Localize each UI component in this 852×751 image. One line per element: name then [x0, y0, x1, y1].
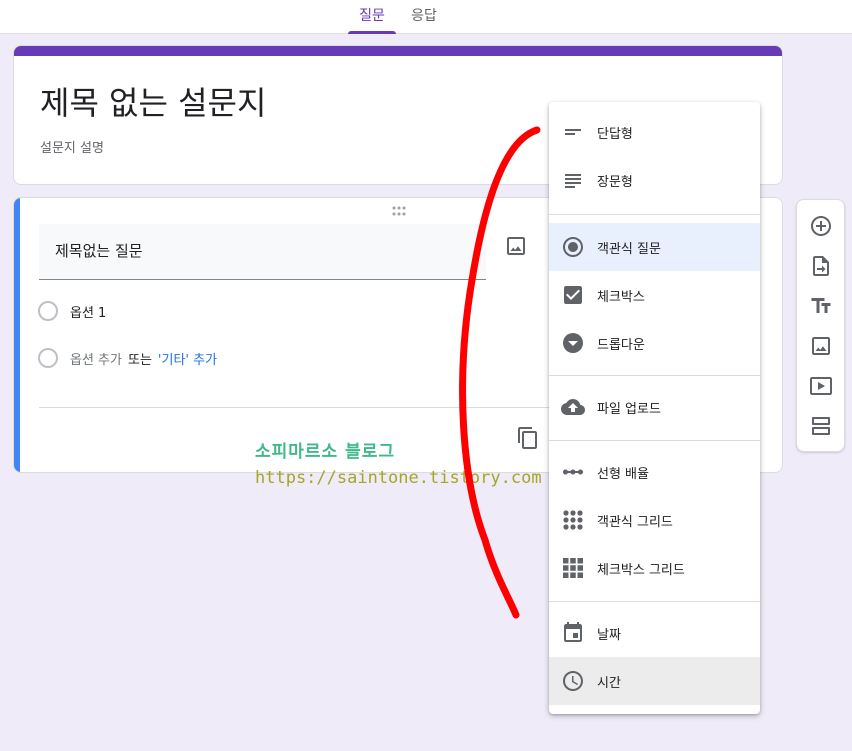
menu-item-multiple-choice-grid[interactable]: 객관식 그리드: [549, 496, 760, 544]
radio-grid-icon: [563, 510, 583, 530]
question-title-text: 제목없는 질문: [55, 242, 143, 260]
menu-item-label: 날짜: [597, 627, 621, 643]
menu-item-file-upload[interactable]: 파일 업로드: [549, 383, 760, 431]
add-option-row[interactable]: 옵션 추가 또는 '기타' 추가: [38, 346, 217, 370]
add-option-link[interactable]: 옵션 추가: [70, 349, 122, 368]
menu-item-label: 선형 배율: [597, 466, 649, 482]
option-label[interactable]: 옵션 1: [70, 302, 106, 321]
menu-item-short-answer[interactable]: 단답형: [549, 108, 760, 156]
option-row[interactable]: 옵션 1: [38, 299, 106, 323]
menu-item-label: 시간: [597, 675, 621, 691]
radio-button-icon: [563, 237, 583, 257]
menu-divider: [549, 214, 760, 215]
menu-item-checkbox[interactable]: 체크박스: [549, 271, 760, 319]
menu-item-label: 드롭다운: [597, 337, 645, 353]
menu-item-checkbox-grid[interactable]: 체크박스 그리드: [549, 544, 760, 592]
checkbox-icon: [564, 286, 582, 304]
menu-item-label: 체크박스 그리드: [597, 562, 685, 578]
menu-item-label: 객관식 그리드: [597, 514, 673, 530]
question-type-menu: 단답형 장문형 객관식 질문 체크박스 드롭다운 파일 업로드 선형 배율 객관: [549, 102, 760, 714]
add-image-icon[interactable]: [809, 334, 833, 358]
menu-divider: [549, 375, 760, 376]
add-section-icon[interactable]: [809, 414, 833, 438]
linear-scale-icon: [563, 469, 583, 475]
menu-item-multiple-choice[interactable]: 객관식 질문: [549, 223, 760, 271]
radio-icon: [38, 348, 58, 368]
menu-item-label: 체크박스: [597, 289, 645, 305]
tab-responses[interactable]: 응답: [402, 0, 446, 34]
menu-item-linear-scale[interactable]: 선형 배율: [549, 448, 760, 496]
watermark-url: https://saintone.tistory.com: [255, 468, 542, 488]
menu-item-dropdown[interactable]: 드롭다운: [549, 319, 760, 367]
active-question-indicator: [14, 198, 20, 472]
checkbox-grid-icon: [563, 558, 583, 578]
top-tab-bar: 질문 응답: [0, 0, 852, 34]
or-text: 또는: [127, 352, 152, 368]
add-question-icon[interactable]: [809, 214, 833, 238]
menu-divider: [549, 440, 760, 441]
short-answer-icon: [565, 129, 581, 135]
title-card-accent-stripe: [14, 46, 782, 56]
add-image-icon[interactable]: [504, 234, 528, 258]
watermark-blog-name: 소피마르소 블로그: [255, 442, 396, 462]
menu-item-time[interactable]: 시간: [549, 657, 760, 705]
dropdown-icon: [563, 333, 583, 353]
form-description[interactable]: 설문지 설명: [40, 137, 104, 156]
duplicate-icon[interactable]: [516, 426, 540, 450]
radio-icon: [38, 301, 58, 321]
question-title-field[interactable]: 제목없는 질문: [39, 224, 486, 280]
tab-questions[interactable]: 질문: [348, 0, 396, 34]
drag-handle-icon[interactable]: [391, 206, 407, 216]
menu-item-label: 장문형: [597, 174, 633, 190]
menu-divider: [549, 601, 760, 602]
add-video-icon[interactable]: [809, 374, 833, 398]
paragraph-icon: [565, 174, 581, 188]
menu-item-label: 파일 업로드: [597, 401, 661, 417]
add-title-text-icon[interactable]: [809, 294, 833, 318]
cloud-upload-icon: [561, 399, 585, 415]
form-title[interactable]: 제목 없는 설문지: [40, 78, 266, 124]
menu-item-label: 단답형: [597, 126, 633, 142]
import-questions-icon[interactable]: [809, 254, 833, 278]
menu-item-paragraph[interactable]: 장문형: [549, 156, 760, 204]
menu-item-label: 객관식 질문: [597, 241, 661, 257]
calendar-icon: [564, 622, 582, 642]
side-toolbar: [796, 199, 845, 452]
add-other-link[interactable]: '기타' 추가: [158, 349, 217, 368]
menu-item-date[interactable]: 날짜: [549, 609, 760, 657]
clock-icon: [563, 671, 583, 691]
